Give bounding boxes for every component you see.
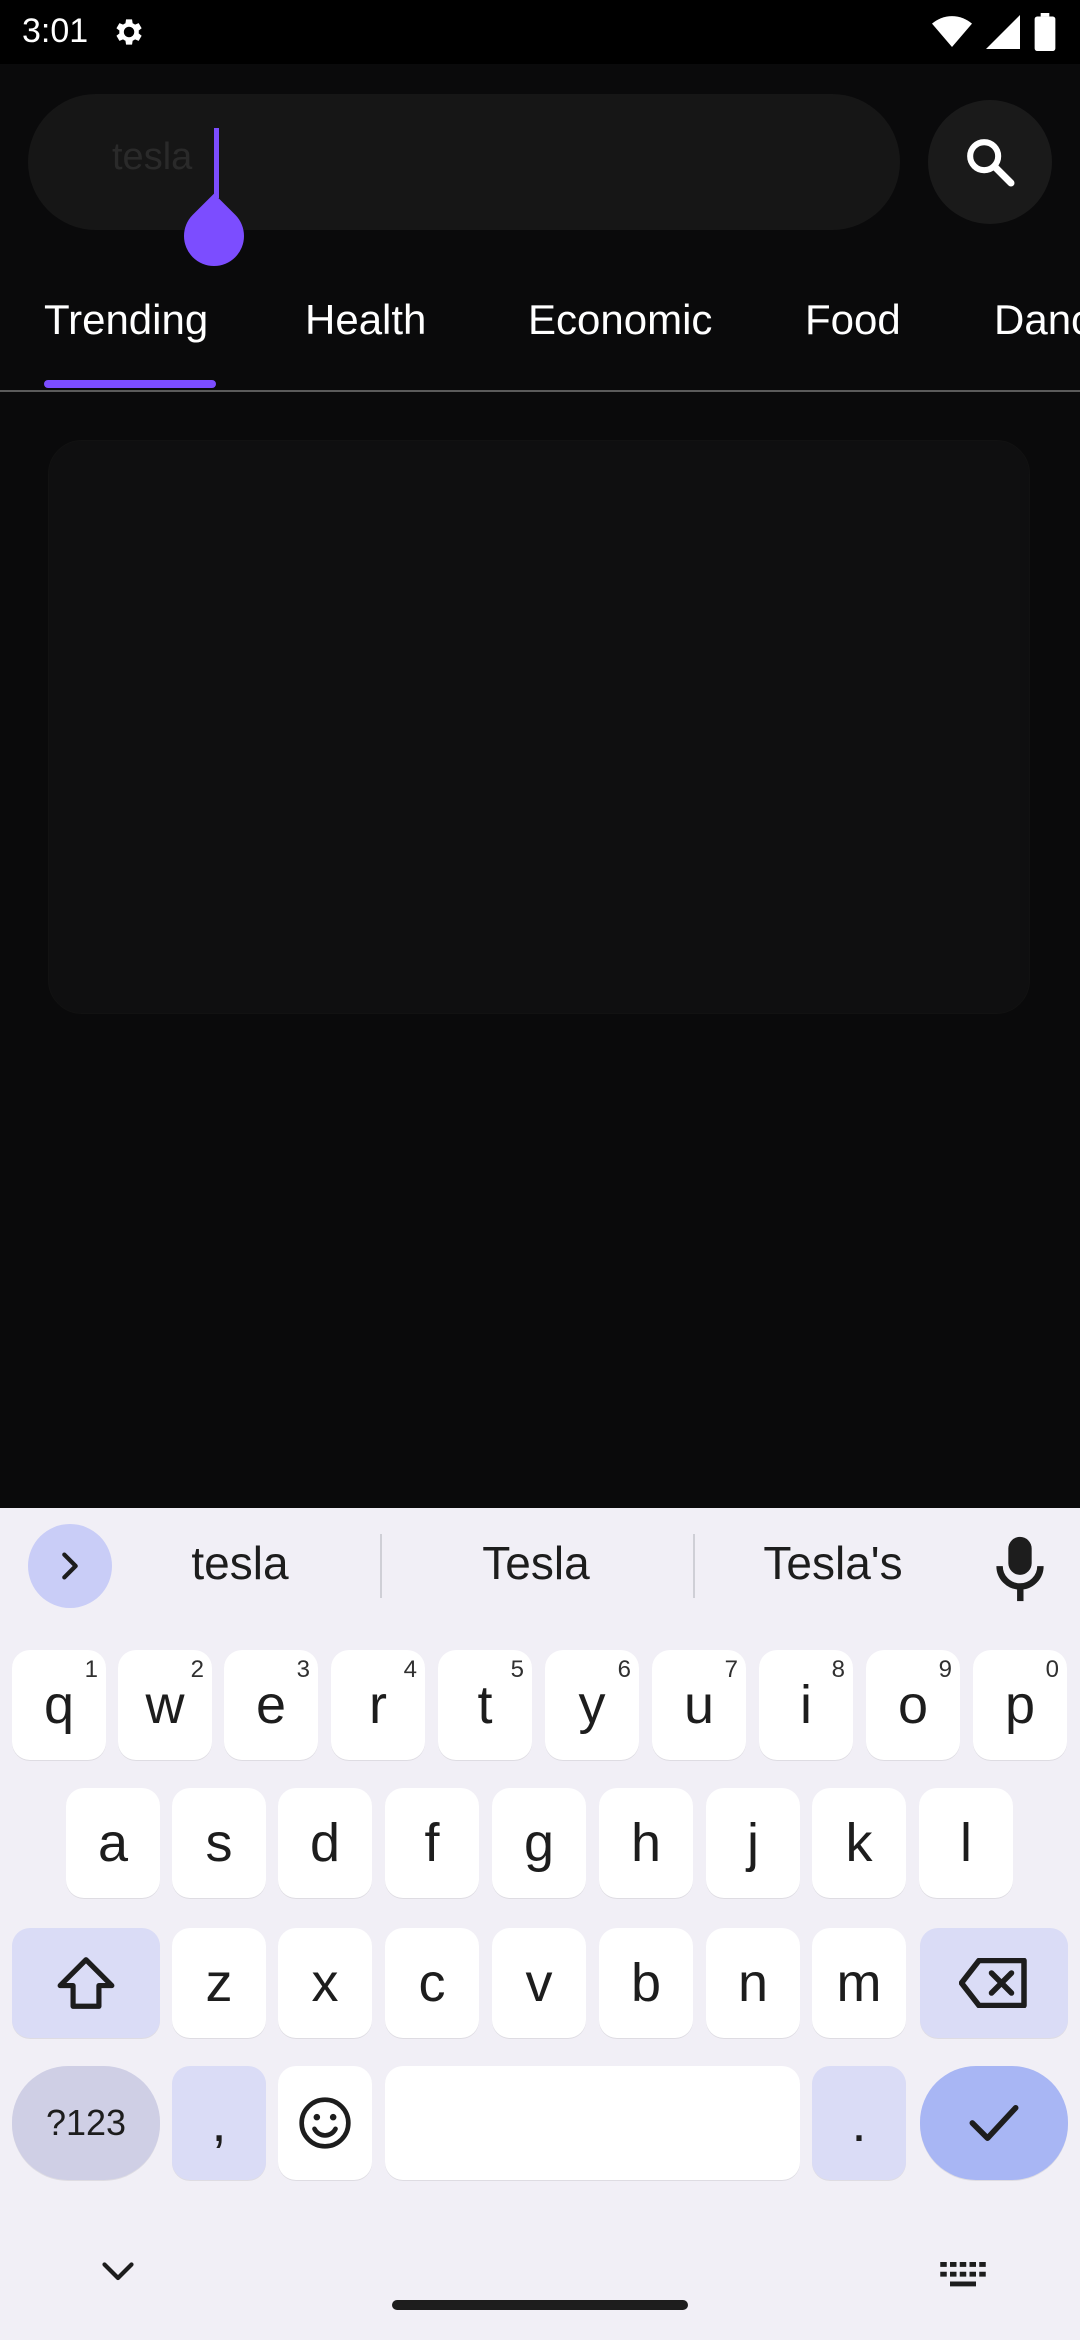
key-hint: 5 (510, 1656, 524, 1683)
key-r[interactable]: r4 (331, 1650, 425, 1760)
tab-trending[interactable]: Trending (44, 296, 208, 344)
content-placeholder-card (48, 440, 1030, 1014)
key-label: t (477, 1675, 493, 1735)
active-tab-indicator (44, 380, 216, 388)
search-input-text: tesla (112, 136, 193, 178)
backspace-key[interactable] (920, 1928, 1068, 2038)
key-g[interactable]: g (492, 1788, 586, 1898)
keyboard-switch-icon[interactable] (940, 2262, 986, 2288)
key-v[interactable]: v (492, 1928, 586, 2038)
suggestion-divider (380, 1534, 382, 1598)
key-x[interactable]: x (278, 1928, 372, 2038)
status-bar: 3:01 (0, 0, 1080, 64)
chevron-right-icon (62, 1552, 78, 1580)
key-q[interactable]: q1 (12, 1650, 106, 1760)
key-b[interactable]: b (599, 1928, 693, 2038)
key-k[interactable]: k (812, 1788, 906, 1898)
key-label: i (800, 1675, 812, 1735)
period-key[interactable]: . (812, 2066, 906, 2180)
shift-arrow-icon (57, 1957, 115, 2009)
key-t[interactable]: t5 (438, 1650, 532, 1760)
checkmark-icon (969, 2105, 1019, 2141)
settings-gear-icon (116, 19, 142, 45)
backspace-icon (959, 1958, 1027, 2008)
tab-food[interactable]: Food (805, 296, 901, 344)
key-o[interactable]: o9 (866, 1650, 960, 1760)
microphone-icon[interactable] (990, 1534, 1050, 1604)
key-hint: 8 (831, 1656, 845, 1683)
key-label: e (255, 1675, 287, 1735)
search-input[interactable]: tesla (28, 94, 900, 230)
suggestion-1[interactable]: tesla (110, 1536, 370, 1590)
key-hint: 4 (403, 1656, 417, 1683)
symbols-key[interactable]: ?123 (12, 2066, 160, 2180)
wifi-icon (932, 16, 972, 47)
key-hint: 2 (190, 1656, 204, 1683)
emoji-icon (299, 2097, 351, 2149)
suggestion-2[interactable]: Tesla (406, 1536, 666, 1590)
text-cursor (214, 128, 219, 198)
hide-keyboard-chevron-icon[interactable] (100, 2260, 136, 2284)
key-hint: 9 (938, 1656, 952, 1683)
key-hint: 1 (84, 1656, 98, 1683)
suggestions-expand-button[interactable] (28, 1524, 112, 1608)
tab-dance[interactable]: Danc (994, 296, 1080, 344)
shift-key[interactable] (12, 1928, 160, 2038)
key-label: r (369, 1675, 387, 1735)
key-i[interactable]: i8 (759, 1650, 853, 1760)
key-hint: 3 (296, 1656, 310, 1683)
status-time: 3:01 (22, 12, 89, 50)
key-h[interactable]: h (599, 1788, 693, 1898)
key-hint: 0 (1045, 1656, 1059, 1683)
key-a[interactable]: a (66, 1788, 160, 1898)
search-button[interactable] (928, 100, 1052, 224)
comma-key[interactable]: , (172, 2066, 266, 2180)
enter-key[interactable] (920, 2066, 1068, 2180)
soft-keyboard: tesla Tesla Tesla's q1 w2 e3 r4 t5 y6 u7… (0, 1508, 1080, 2340)
key-z[interactable]: z (172, 1928, 266, 2038)
key-y[interactable]: y6 (545, 1650, 639, 1760)
tab-economic[interactable]: Economic (528, 296, 712, 344)
key-w[interactable]: w2 (118, 1650, 212, 1760)
key-l[interactable]: l (919, 1788, 1013, 1898)
key-label: u (683, 1675, 715, 1735)
key-label: o (897, 1675, 929, 1735)
key-c[interactable]: c (385, 1928, 479, 2038)
key-label: p (1004, 1675, 1036, 1735)
key-u[interactable]: u7 (652, 1650, 746, 1760)
key-s[interactable]: s (172, 1788, 266, 1898)
key-e[interactable]: e3 (224, 1650, 318, 1760)
tab-health[interactable]: Health (305, 296, 426, 344)
suggestion-3[interactable]: Tesla's (703, 1536, 963, 1590)
key-n[interactable]: n (706, 1928, 800, 2038)
key-label: w (145, 1675, 185, 1735)
suggestion-divider (693, 1534, 695, 1598)
space-key[interactable] (385, 2066, 800, 2180)
key-j[interactable]: j (706, 1788, 800, 1898)
battery-icon (1034, 13, 1056, 51)
emoji-key[interactable] (278, 2066, 372, 2180)
home-indicator[interactable] (392, 2300, 688, 2310)
key-hint: 7 (724, 1656, 738, 1683)
search-icon (967, 139, 1015, 187)
category-tabs: Trending Health Economic Food Danc (0, 270, 1080, 392)
key-f[interactable]: f (385, 1788, 479, 1898)
cell-signal-icon (986, 15, 1020, 49)
key-p[interactable]: p0 (973, 1650, 1067, 1760)
key-d[interactable]: d (278, 1788, 372, 1898)
key-m[interactable]: m (812, 1928, 906, 2038)
key-hint: 6 (617, 1656, 631, 1683)
key-label: q (43, 1675, 75, 1735)
key-label: y (578, 1675, 606, 1735)
